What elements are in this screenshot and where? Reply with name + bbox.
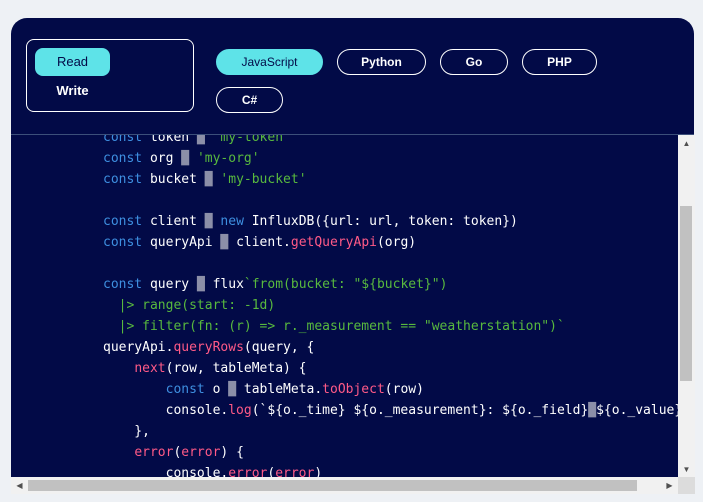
vertical-scrollbar[interactable]: ▲ ▼ — [678, 135, 695, 478]
tab-csharp[interactable]: C# — [216, 87, 283, 113]
scrollbar-corner — [678, 477, 695, 494]
panel-header: Read Write JavaScript Python Go PHP C# — [11, 18, 694, 135]
code-block[interactable]: const token █ 'my-token' const org █ 'my… — [11, 135, 678, 478]
code-text: const token █ 'my-token' const org █ 'my… — [103, 135, 678, 478]
tab-go[interactable]: Go — [440, 49, 508, 75]
scroll-left-arrow-icon[interactable]: ◀ — [11, 477, 28, 494]
code-sample-panel: Read Write JavaScript Python Go PHP C# c… — [11, 18, 694, 478]
scroll-down-arrow-icon[interactable]: ▼ — [678, 461, 695, 478]
tab-python[interactable]: Python — [337, 49, 426, 75]
tab-javascript[interactable]: JavaScript — [216, 49, 323, 75]
scroll-up-arrow-icon[interactable]: ▲ — [678, 135, 695, 152]
horizontal-scroll-thumb[interactable] — [28, 480, 637, 491]
tab-php[interactable]: PHP — [522, 49, 597, 75]
write-button[interactable]: Write — [35, 77, 110, 105]
vertical-scroll-thumb[interactable] — [680, 206, 692, 381]
scroll-right-arrow-icon[interactable]: ▶ — [661, 477, 678, 494]
horizontal-scrollbar[interactable]: ◀ ▶ — [11, 477, 678, 494]
read-write-toggle: Read Write — [26, 39, 194, 112]
read-button[interactable]: Read — [35, 48, 110, 76]
